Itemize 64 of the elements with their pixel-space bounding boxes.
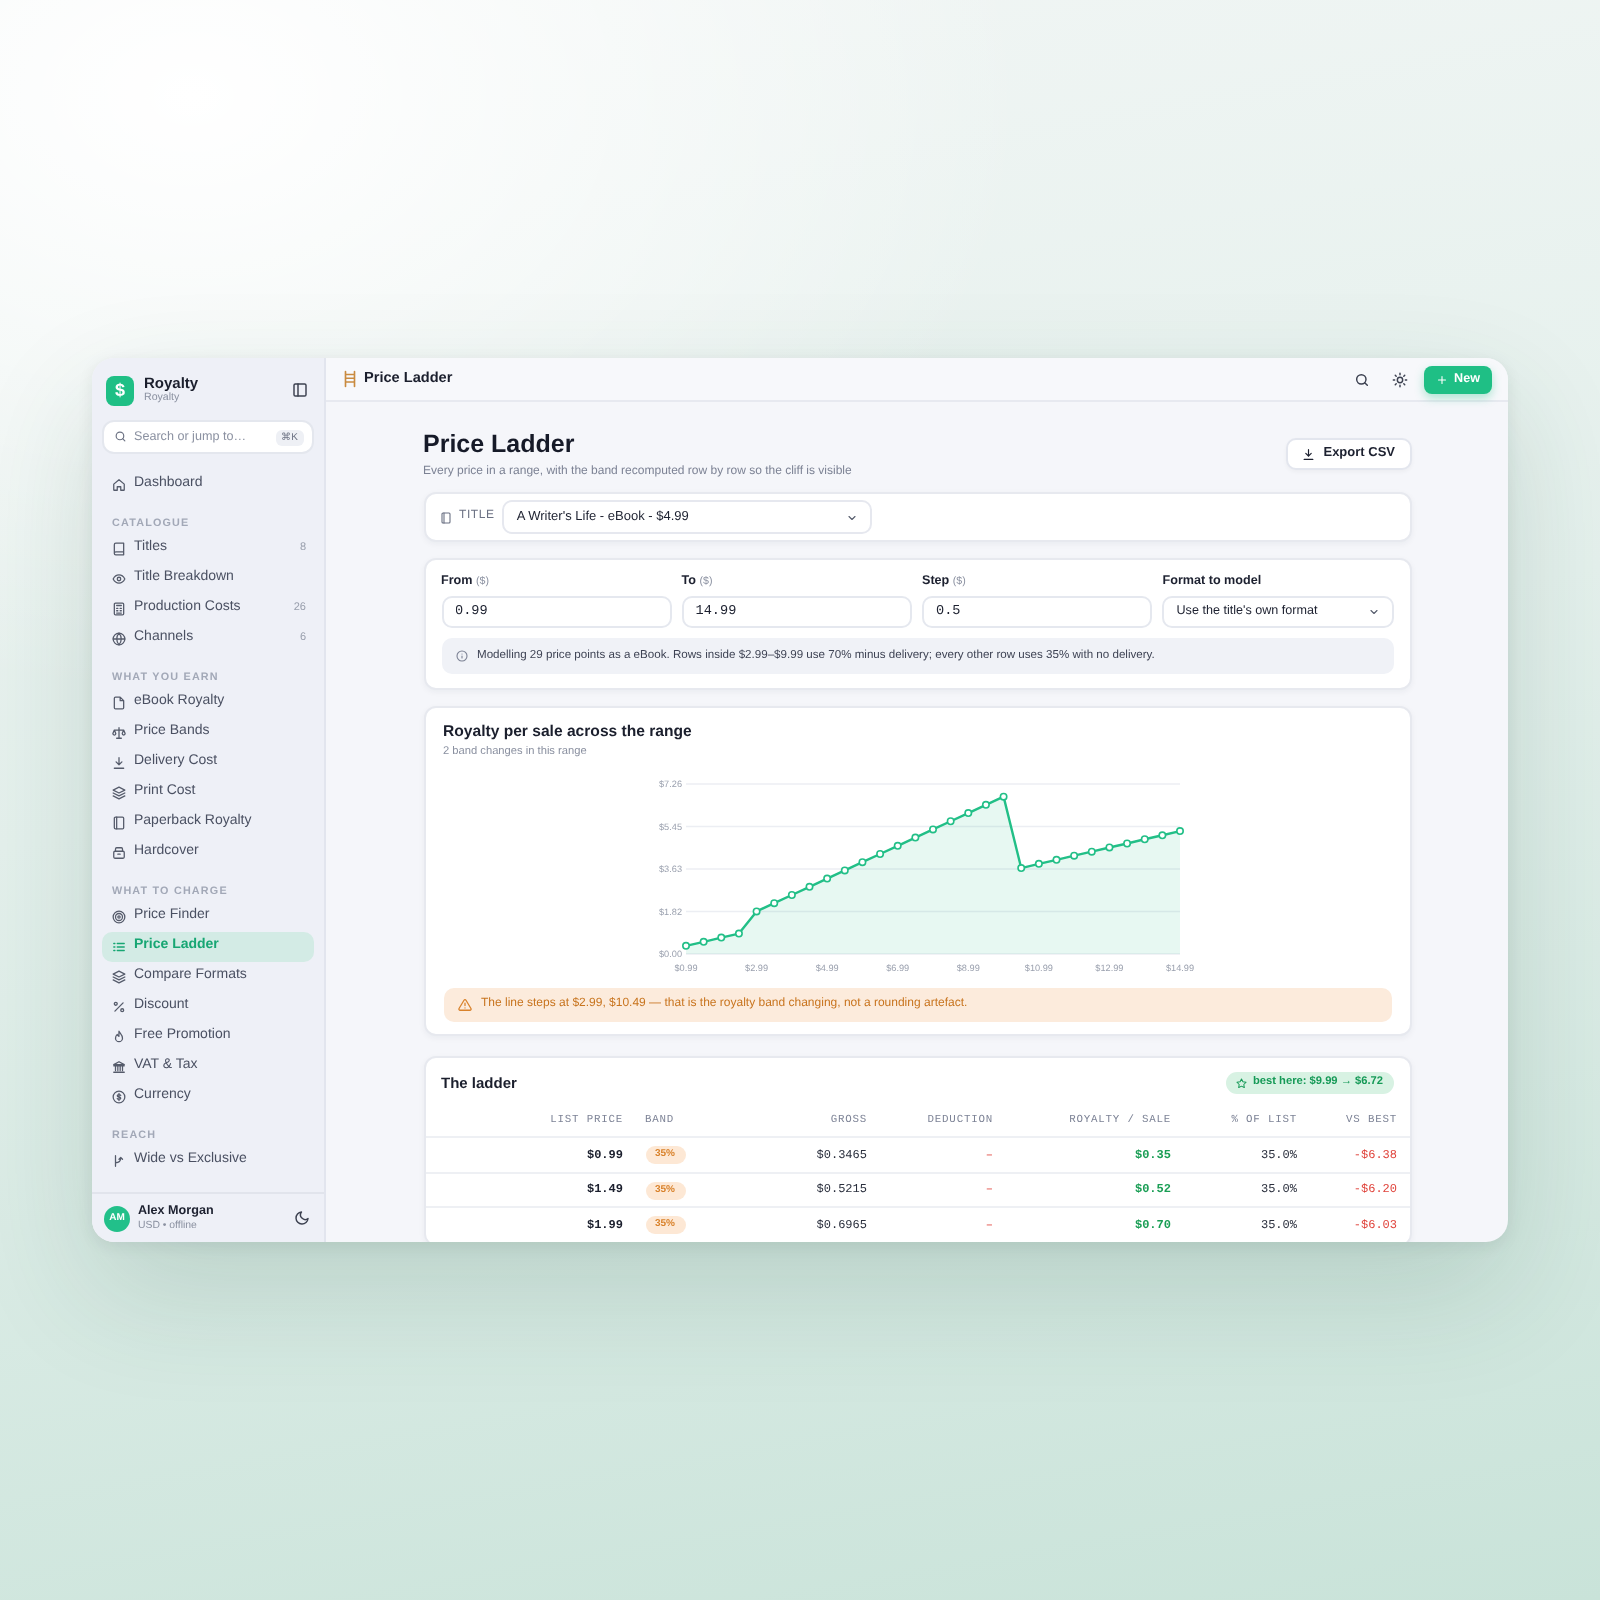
dollar-coin-icon bbox=[112, 1089, 126, 1103]
document-icon bbox=[112, 695, 126, 709]
sun-icon[interactable] bbox=[1392, 371, 1409, 387]
page-title: Price Ladder bbox=[423, 430, 577, 458]
download-icon bbox=[1302, 447, 1316, 461]
data-point bbox=[1139, 835, 1148, 844]
search-icon bbox=[114, 430, 127, 444]
data-point bbox=[1122, 839, 1131, 848]
flame-icon bbox=[112, 1029, 126, 1043]
data-point bbox=[892, 841, 901, 850]
chevron-down-icon bbox=[1367, 606, 1379, 618]
star-icon bbox=[1236, 1077, 1247, 1089]
data-point bbox=[804, 882, 813, 891]
data-point bbox=[786, 891, 795, 899]
data-point bbox=[980, 800, 989, 809]
book-icon bbox=[112, 541, 126, 555]
list-icon bbox=[112, 939, 126, 953]
data-point bbox=[716, 933, 725, 942]
data-point bbox=[910, 833, 919, 842]
box-icon bbox=[112, 845, 126, 859]
data-point bbox=[839, 866, 848, 875]
layers-icon bbox=[112, 969, 126, 983]
sidebar-toggle-icon[interactable] bbox=[292, 382, 308, 398]
ladder-icon bbox=[344, 370, 356, 388]
data-point bbox=[1016, 864, 1025, 873]
bank-icon bbox=[112, 1059, 126, 1073]
data-point bbox=[1051, 855, 1060, 864]
data-point bbox=[928, 825, 936, 834]
search-icon[interactable] bbox=[1354, 371, 1371, 387]
moon-icon[interactable] bbox=[294, 1210, 310, 1226]
download-icon bbox=[112, 755, 126, 769]
data-point bbox=[751, 907, 760, 916]
notebook-icon bbox=[112, 815, 126, 829]
house-icon bbox=[112, 477, 126, 491]
data-point bbox=[963, 809, 972, 818]
data-point bbox=[875, 850, 884, 858]
info-icon bbox=[455, 650, 467, 662]
chevron-down-icon bbox=[846, 511, 859, 523]
data-point bbox=[1175, 827, 1183, 836]
data-point bbox=[681, 941, 689, 950]
data-point bbox=[769, 899, 778, 908]
scale-icon bbox=[112, 725, 126, 739]
globe-icon bbox=[112, 631, 126, 645]
book-icon bbox=[439, 511, 451, 523]
data-point bbox=[1157, 831, 1166, 840]
data-point bbox=[822, 874, 831, 883]
percent-icon bbox=[112, 999, 126, 1013]
data-point bbox=[698, 937, 707, 946]
eye-icon bbox=[112, 571, 126, 585]
data-point bbox=[1086, 847, 1095, 856]
data-point bbox=[857, 858, 866, 867]
app-logo: $ bbox=[106, 375, 134, 405]
data-point bbox=[1033, 859, 1042, 868]
data-point bbox=[733, 929, 742, 938]
warning-icon bbox=[457, 998, 471, 1012]
target-icon bbox=[112, 909, 126, 923]
data-point bbox=[998, 792, 1007, 801]
data-point bbox=[1069, 851, 1078, 860]
split-arrow-icon bbox=[112, 1153, 126, 1167]
plus-icon bbox=[1436, 373, 1449, 385]
data-point bbox=[945, 817, 954, 826]
calculator-icon bbox=[112, 601, 126, 615]
data-point bbox=[1104, 843, 1113, 852]
layers-icon bbox=[112, 785, 126, 799]
